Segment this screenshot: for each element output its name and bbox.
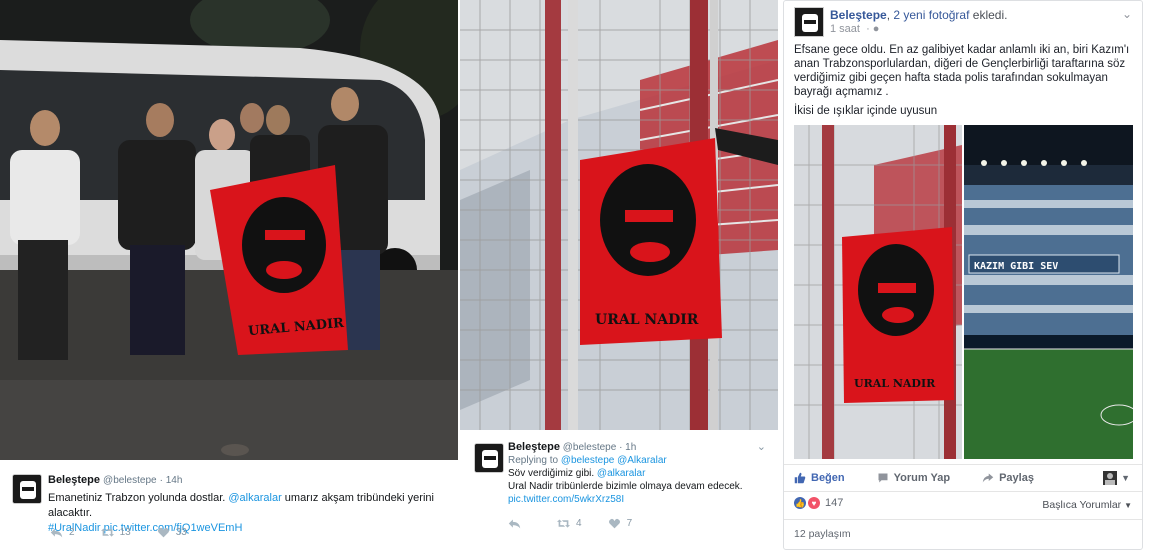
tweet-author-name[interactable]: Beleştepe <box>48 474 100 486</box>
caret-down-icon: ▼ <box>1121 473 1130 483</box>
caret-down-icon: ▼ <box>1124 501 1132 510</box>
post-text: Efsane gece oldu. En az galibiyet kadar … <box>794 44 1130 98</box>
like-count: 33 <box>175 527 187 538</box>
like-reaction-icon: 👍 <box>794 497 806 509</box>
tweet-timestamp[interactable]: · 14h <box>160 475 183 486</box>
tweet-author-handle-2[interactable]: @belestepe <box>563 442 617 453</box>
retweet-icon <box>100 528 114 537</box>
share-icon <box>982 473 994 483</box>
share-button[interactable]: Paylaş <box>982 472 1034 484</box>
reply-count: 2 <box>69 527 75 538</box>
belestepe-avatar-2[interactable] <box>474 443 504 473</box>
screenshot-collage: URAL NADIR URAL NADIR Beleştepe @beleste… <box>0 0 1152 550</box>
tweet-card-2: ⌄ Beleştepe @belestepe · 1h Replying to … <box>462 432 778 550</box>
flag-text-2: URAL NADIR <box>595 312 699 328</box>
globe-icon: · ● <box>863 23 880 35</box>
reply-button[interactable]: 2 <box>50 525 75 540</box>
new-photos-link[interactable]: 2 yeni fotoğraf <box>893 8 969 22</box>
profile-icon <box>1103 471 1118 485</box>
stadium-fence-photo[interactable]: URAL NADIR <box>460 0 778 430</box>
like-count-2: 7 <box>626 518 633 529</box>
comment-button[interactable]: Yorum Yap <box>877 472 950 484</box>
heart-icon <box>608 518 620 529</box>
like-button[interactable]: 33 <box>157 525 187 540</box>
tweet-text: Emanetiniz Trabzon yolunda dostlar. <box>48 492 229 504</box>
post-timestamp[interactable]: 1 saat <box>830 23 860 35</box>
replying-to-handles[interactable]: @belestepe @Alkaralar <box>561 455 667 466</box>
post-as-selector[interactable]: ▼ <box>1103 471 1130 485</box>
banner-text: KAZIM GIBI SEV <box>974 261 1058 272</box>
tweet-actions: 2 13 33 <box>50 525 213 540</box>
retweet-button-2[interactable]: 4 <box>557 516 582 531</box>
retweet-count-2: 4 <box>576 518 582 529</box>
reaction-count: 147 <box>825 497 844 509</box>
fb-photo-flag-image: URAL NADIR <box>794 125 962 459</box>
retweet-icon <box>557 519 570 528</box>
reply-icon <box>50 528 63 538</box>
tweet-timestamp-2[interactable]: · 1h <box>619 442 636 453</box>
tweet-author-name-2[interactable]: Beleştepe <box>508 441 560 453</box>
heart-icon <box>157 527 169 538</box>
post-menu-chevron[interactable]: ⌄ <box>1122 7 1132 21</box>
stadium-fence-image: URAL NADIR <box>460 0 778 430</box>
comments-filter-dropdown[interactable]: Başlıca Yorumlar ▼ <box>1042 499 1132 511</box>
tweet-pic-link-2[interactable]: pic.twitter.com/5wkrXrz58I <box>508 493 768 506</box>
facebook-post: Beleştepe, 2 yeni fotoğraf ekledi. 1 saa… <box>783 0 1143 550</box>
comments-filter-label: Başlıca Yorumlar <box>1042 499 1122 511</box>
retweet-button[interactable]: 13 <box>100 525 131 540</box>
replying-label: Replying to <box>508 455 559 466</box>
fb-photo-stadium-image: KAZIM GIBI SEV <box>964 125 1133 459</box>
belestepe-avatar[interactable] <box>12 474 42 504</box>
tweet-actions-2: 4 7 <box>508 516 658 531</box>
love-reaction-icon: ♥ <box>808 497 820 509</box>
tweet-mention-2[interactable]: @alkaralar <box>597 468 646 479</box>
divider <box>784 519 1142 520</box>
flag-text-3: URAL NADIR <box>854 377 936 390</box>
post-text-2: İkisi de ışıklar içinde uyusun <box>794 105 938 117</box>
post-action-suffix: ekledi. <box>969 8 1008 22</box>
like-label: Beğen <box>811 472 845 484</box>
tweet-text-2: Söv verdiğimiz gibi. <box>508 468 597 479</box>
share-label: Paylaş <box>999 472 1034 484</box>
group-photo[interactable]: URAL NADIR <box>0 0 458 460</box>
fb-photo-flag[interactable]: URAL NADIR <box>794 125 962 459</box>
group-photo-image: URAL NADIR <box>0 0 458 460</box>
tweet-author-handle[interactable]: @belestepe <box>103 475 157 486</box>
page-name[interactable]: Beleştepe <box>830 8 887 22</box>
tweet-text-line2: Ural Nadir tribünlerde bizimle olmaya de… <box>508 481 743 492</box>
thumbs-up-icon <box>794 472 806 484</box>
fb-photo-stadium[interactable]: KAZIM GIBI SEV <box>964 125 1133 459</box>
tweet-mention[interactable]: @alkaralar <box>228 492 281 504</box>
tweet-card-1: Beleştepe @belestepe · 14h Emanetiniz Tr… <box>0 462 458 550</box>
comment-label: Yorum Yap <box>893 472 951 484</box>
like-button-2[interactable]: 7 <box>608 516 633 531</box>
reply-icon <box>508 519 521 529</box>
comment-icon <box>878 473 888 483</box>
like-button-fb[interactable]: Beğen <box>794 472 845 484</box>
page-avatar[interactable] <box>794 7 824 37</box>
retweet-count: 13 <box>119 527 131 538</box>
reply-button-2[interactable] <box>508 517 521 530</box>
post-action-bar: Beğen Yorum Yap Paylaş ▼ <box>784 464 1142 492</box>
reactions-summary[interactable]: 👍 ♥ 147 <box>794 497 843 509</box>
share-count[interactable]: 12 paylaşım <box>794 528 851 540</box>
